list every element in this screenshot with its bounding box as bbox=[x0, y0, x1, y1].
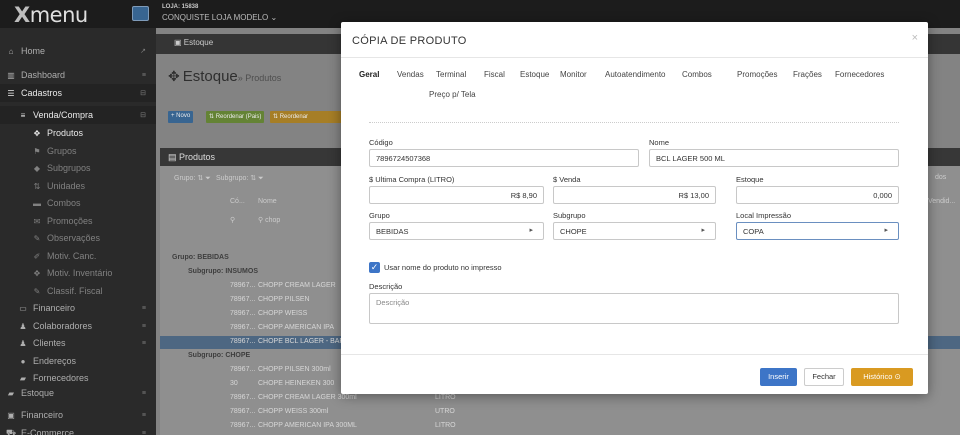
use-name-checkbox[interactable]: ✓ bbox=[369, 262, 380, 273]
section-divider bbox=[369, 122, 899, 123]
print-location-label: Local Impressão bbox=[736, 211, 792, 220]
tab-fra-es[interactable]: Frações bbox=[793, 70, 822, 79]
sale-price-field[interactable]: R$ 13,00 bbox=[553, 186, 716, 204]
last-purchase-field[interactable]: R$ 8,90 bbox=[369, 186, 544, 204]
subgroup-select-value: CHOPE bbox=[560, 227, 587, 236]
stock-label: Estoque bbox=[736, 175, 764, 184]
tab-fornecedores[interactable]: Fornecedores bbox=[835, 70, 884, 79]
modal-divider bbox=[341, 57, 928, 58]
use-name-label[interactable]: Usar nome do produto no impresso bbox=[384, 263, 502, 272]
caret-right-icon: ▸ bbox=[884, 227, 888, 234]
group-label: Grupo bbox=[369, 211, 390, 220]
subgroup-select[interactable]: CHOPE ▸ bbox=[553, 222, 716, 240]
modal-title: CÓPIA DE PRODUTO bbox=[352, 35, 467, 47]
tab-pre-o-p-tela[interactable]: Preço p/ Tela bbox=[429, 90, 476, 99]
tab-geral[interactable]: Geral bbox=[359, 70, 379, 79]
print-location-value: COPA bbox=[743, 227, 764, 236]
history-button[interactable]: Histórico ⊙ bbox=[851, 368, 913, 386]
sale-price-label: $ Venda bbox=[553, 175, 581, 184]
check-icon: ✓ bbox=[370, 262, 379, 272]
tab-estoque[interactable]: Estoque bbox=[520, 70, 549, 79]
tab-vendas[interactable]: Vendas bbox=[397, 70, 424, 79]
tab-autoatendimento[interactable]: Autoatendimento bbox=[605, 70, 666, 79]
group-select-value: BEBIDAS bbox=[376, 227, 409, 236]
caret-right-icon: ▸ bbox=[529, 227, 533, 234]
tab-promo-es[interactable]: Promoções bbox=[737, 70, 777, 79]
insert-button[interactable]: Inserir bbox=[760, 368, 797, 386]
tab-fiscal[interactable]: Fiscal bbox=[484, 70, 505, 79]
group-select[interactable]: BEBIDAS ▸ bbox=[369, 222, 544, 240]
close-icon[interactable]: × bbox=[912, 32, 918, 44]
subgroup-label: Subgrupo bbox=[553, 211, 586, 220]
description-label: Descrição bbox=[369, 282, 403, 291]
last-purchase-label: $ Ultima Compra (LITRO) bbox=[369, 175, 455, 184]
copy-product-modal: CÓPIA DE PRODUTO × Geral Vendas Terminal Fi… bbox=[341, 22, 928, 394]
caret-right-icon: ▸ bbox=[701, 227, 705, 234]
tab-combos[interactable]: Combos bbox=[682, 70, 712, 79]
description-textarea[interactable]: Descrição bbox=[369, 293, 899, 324]
name-field[interactable]: BCL LAGER 500 ML bbox=[649, 149, 899, 167]
stock-field[interactable]: 0,000 bbox=[736, 186, 899, 204]
name-label: Nome bbox=[649, 138, 670, 147]
close-button[interactable]: Fechar bbox=[804, 368, 844, 386]
code-field[interactable]: 7896724507368 bbox=[369, 149, 639, 167]
modal-footer-divider bbox=[341, 354, 928, 355]
tab-monitor[interactable]: Monitor bbox=[560, 70, 587, 79]
tab-terminal[interactable]: Terminal bbox=[436, 70, 466, 79]
code-label: Código bbox=[369, 138, 393, 147]
print-location-select[interactable]: COPA ▸ bbox=[736, 222, 899, 240]
